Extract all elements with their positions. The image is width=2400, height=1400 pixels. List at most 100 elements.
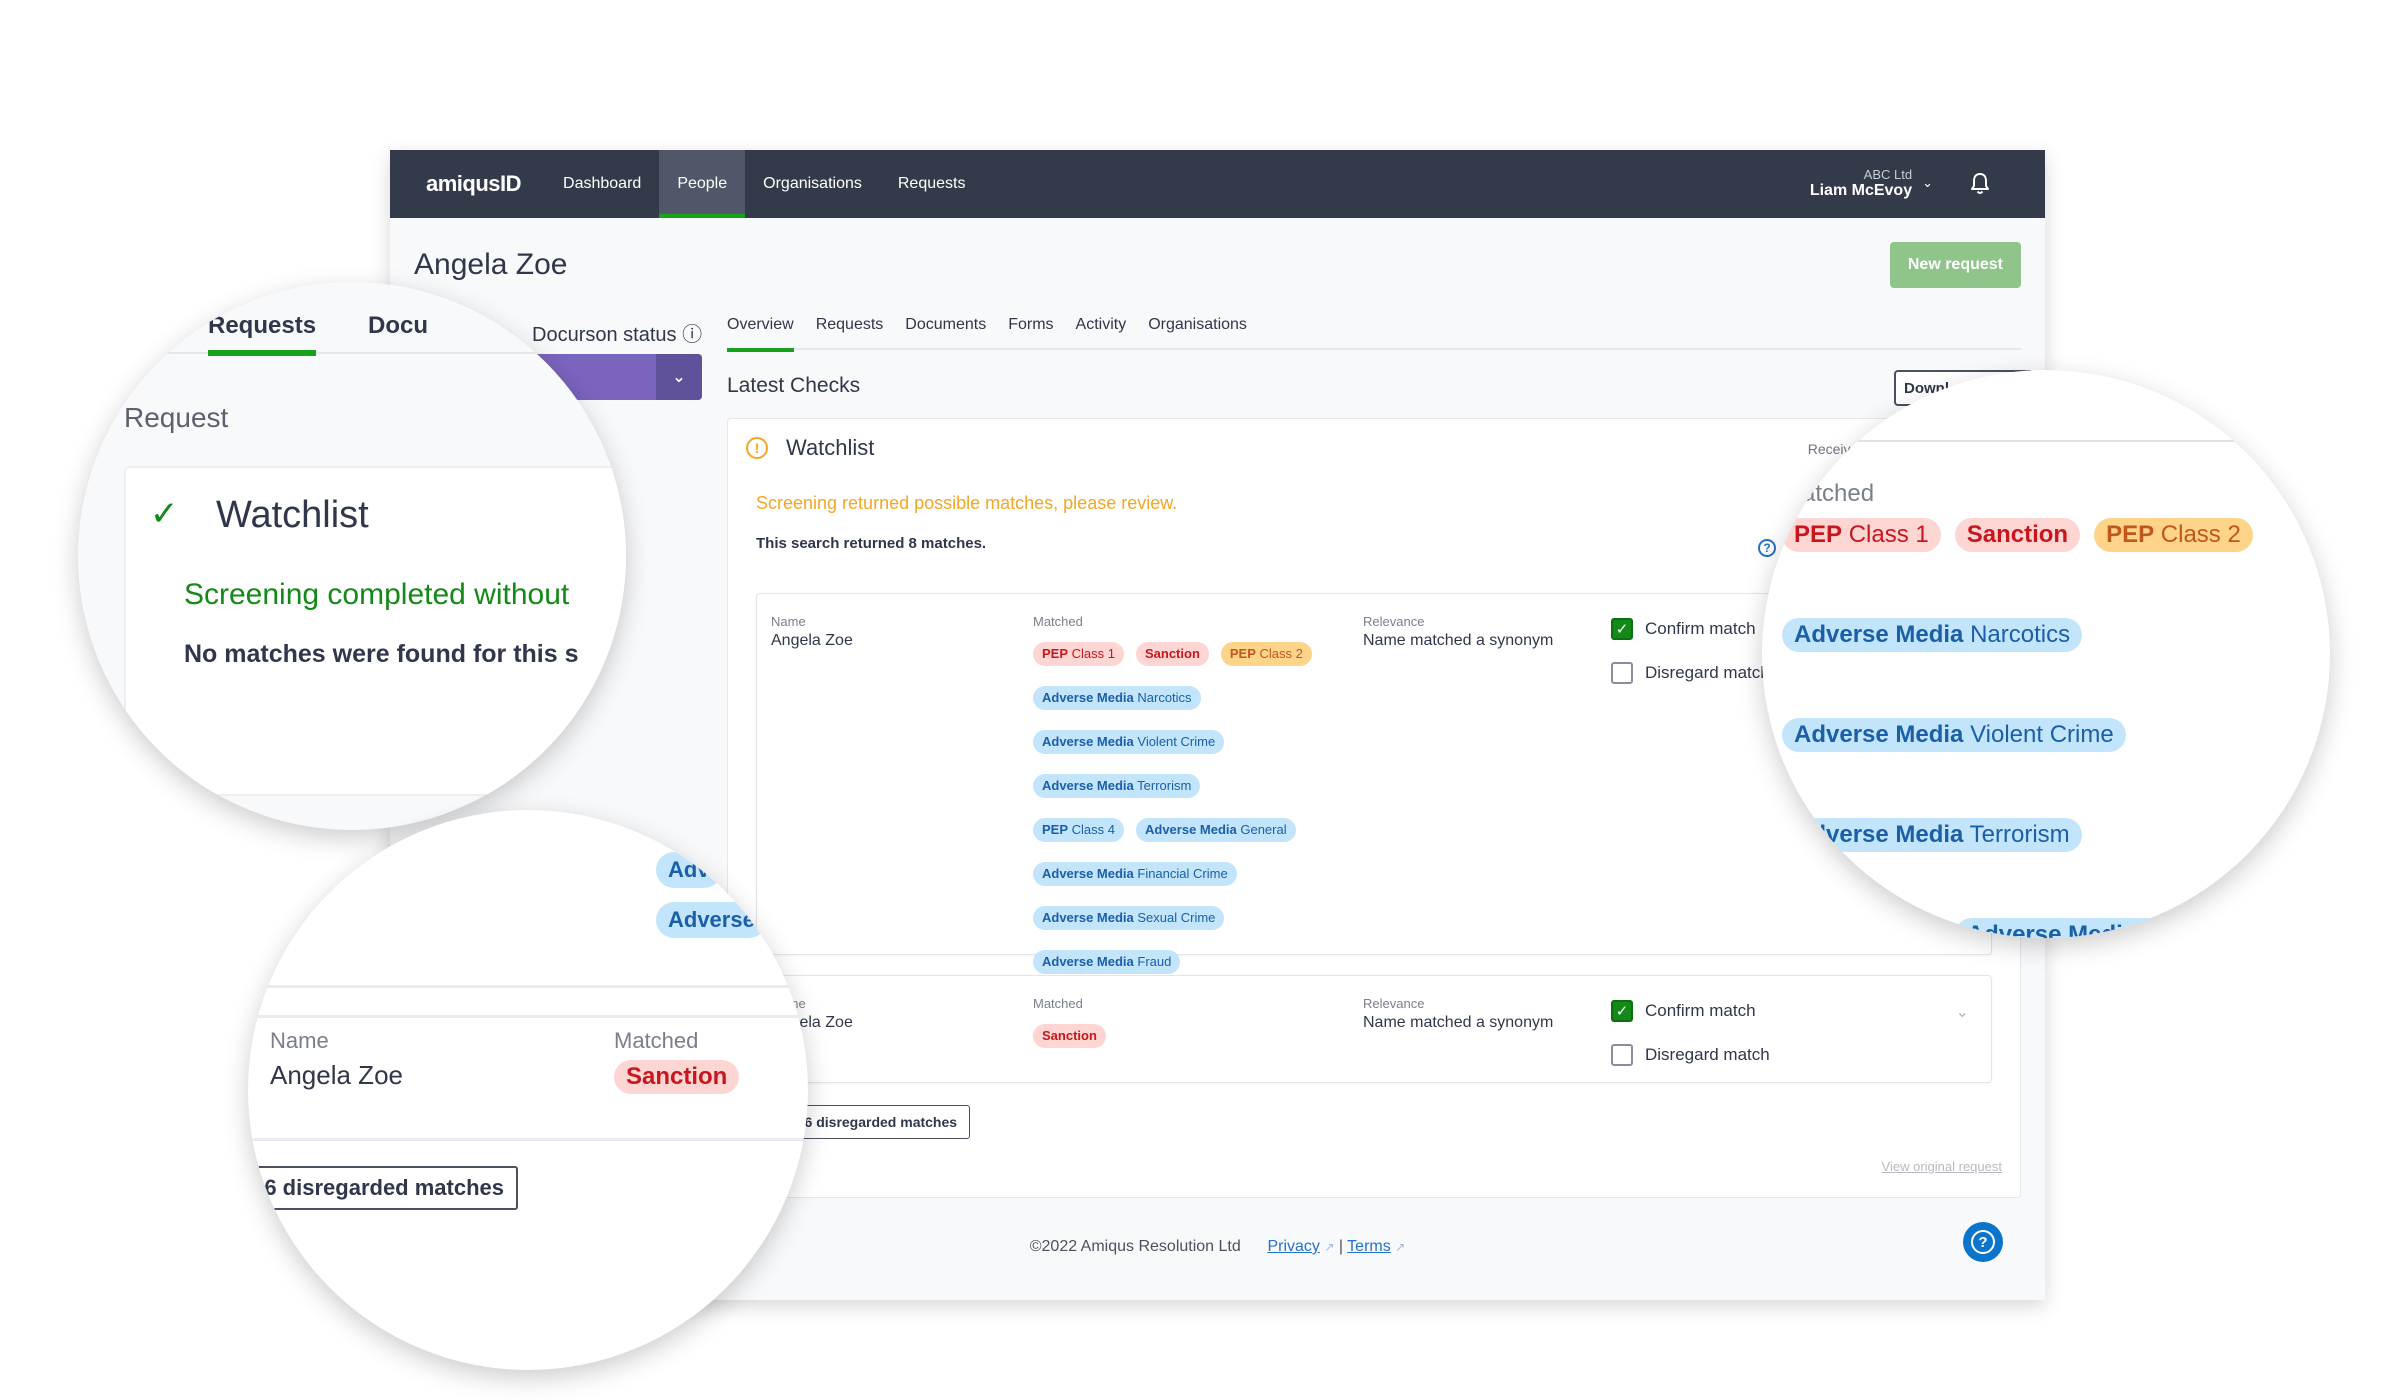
tab-overview[interactable]: Overview — [727, 310, 794, 352]
privacy-link[interactable]: Privacy — [1267, 1238, 1319, 1255]
disregard-match-checkbox[interactable]: Disregard match — [1611, 1042, 1770, 1068]
top-navbar: amiqus ID Dashboard People Organisations … — [390, 150, 2045, 218]
match-actions: ✓ Confirm match Disregard match — [1611, 616, 1770, 704]
checkbox-checked-icon[interactable]: ✓ — [1611, 618, 1633, 640]
zoomed-tab-partial[interactable]: …w — [118, 312, 159, 340]
help-button[interactable]: ? — [1963, 1222, 2003, 1262]
matched-label: Matched — [1033, 996, 1083, 1011]
footer-separator: | — [1338, 1238, 1344, 1255]
match-category-tag: PEP Class 4 — [1033, 818, 1124, 842]
match-tags: PEP Class 1 Sanction PEP Class 2 Adverse Me… — [1033, 642, 1353, 974]
chevron-down-icon[interactable]: ⌄ — [1956, 1002, 1969, 1022]
external-link-icon: ↗ — [1395, 1240, 1406, 1254]
tag-line-break — [1782, 668, 2302, 702]
tab-activity[interactable]: Activity — [1076, 310, 1127, 350]
match-category-tag: Adverse Media Narcotics — [1782, 618, 2083, 652]
help-icon[interactable]: ? — [1758, 539, 1776, 557]
zoomed-success-message: Screening completed without — [184, 578, 570, 611]
view-original-request-link[interactable]: View original request — [1882, 1159, 2002, 1174]
tab-requests[interactable]: Requests — [816, 310, 884, 350]
review-message: Screening returned possible matches, ple… — [756, 493, 1178, 513]
relevance-value: Name matched a synonym — [1363, 632, 1554, 649]
divider — [248, 1138, 808, 1141]
zoomed-view-disregarded-button[interactable]: w 6 disregarded matches — [248, 1166, 518, 1210]
tag-line-break — [1782, 568, 2302, 602]
account-switcher[interactable]: ABC Ltd Liam McEvoy — [1809, 167, 1913, 200]
nav-requests[interactable]: Requests — [880, 150, 984, 218]
person-tabs: Overview Requests Documents Forms Activi… — [727, 310, 2021, 352]
watchlist-title: Watchlist — [786, 435, 875, 460]
chevron-down-icon[interactable]: ⌄ — [656, 354, 702, 400]
amiqusid-logo[interactable]: amiqus ID — [390, 150, 545, 218]
zoomed-tab-documents[interactable]: Docu — [368, 312, 428, 340]
zoomed-match-tags: PEP Class 1 Sanction PEP Class 2 Adverse Me… — [1782, 518, 2302, 938]
zoomed-tag-partial: Adv — [656, 852, 722, 888]
confirm-match-checkbox[interactable]: ✓ Confirm match — [1611, 998, 1770, 1024]
disregard-match-label: Disregard match — [1645, 663, 1770, 682]
match-category-tag: Sanction — [1954, 518, 2081, 552]
nav-people[interactable]: People — [659, 150, 746, 218]
zoomed-request-title: Request — [124, 402, 229, 433]
match-category-tag: Adverse Media Fraud — [1033, 950, 1181, 974]
magnifier-single-match: Adv Adverse Name Angela Zoe Matched Sanc… — [248, 810, 808, 1370]
match-category-tag: PEP Class 1 — [1033, 642, 1124, 666]
disregard-match-checkbox[interactable]: Disregard match — [1611, 660, 1770, 686]
match-category-tag: Adverse Media Sexual Crime — [1033, 906, 1225, 930]
confirm-match-label: Confirm match — [1645, 1001, 1756, 1020]
tab-documents[interactable]: Documents — [905, 310, 986, 350]
zoomed-sanction-tag: Sanction — [614, 1060, 740, 1094]
disregard-match-label: Disregard match — [1645, 1045, 1770, 1064]
relevance-label: Relevance — [1363, 996, 1425, 1011]
page-title: Angela Zoe — [414, 248, 568, 281]
match-tags: Sanction — [1033, 1024, 1353, 1048]
relevance-value: Name matched a synonym — [1363, 1014, 1554, 1031]
logo-text: amiqus — [426, 171, 501, 196]
zoomed-watchlist-title: Watchlist — [216, 494, 369, 536]
logo-text-bold: ID — [500, 171, 522, 196]
match-category-tag: Adverse Media General — [1954, 918, 2241, 938]
match-category-tag: Adverse Media Violent Crime — [1782, 718, 2126, 752]
tag-line-break — [1782, 768, 2302, 802]
checkbox-unchecked-icon[interactable] — [1611, 662, 1633, 684]
match-category-tag: Adverse Media General — [1135, 818, 1296, 842]
chevron-down-icon[interactable]: ⌄ — [1922, 175, 1933, 191]
new-request-button[interactable]: New request — [1889, 242, 2021, 288]
terms-link[interactable]: Terms — [1347, 1238, 1391, 1255]
match-category-tag: Sanction — [1135, 642, 1209, 666]
match-category-tag: Adverse Media Financial Crime — [1033, 862, 1237, 886]
match-category-tag: Sanction — [1033, 1024, 1106, 1048]
question-icon: ? — [1971, 1230, 1995, 1254]
divider — [1762, 440, 2330, 442]
zoomed-tag-partial: Adverse — [656, 902, 767, 938]
user-name: Liam McEvoy — [1809, 182, 1913, 200]
name-label: Name — [771, 614, 806, 629]
external-link-icon: ↗ — [1324, 1240, 1335, 1254]
zoomed-matched-label: Matched — [614, 1028, 699, 1053]
divider — [248, 1015, 808, 1018]
nav-dashboard[interactable]: Dashboard — [545, 150, 659, 218]
match-category-tag: Adverse Media Narcotics — [1033, 686, 1201, 710]
match-row: Name Angela Zoe Matched Sanction Relevan… — [756, 975, 1992, 1083]
zoomed-tab-requests[interactable]: Requests — [208, 312, 317, 356]
zoomed-matched-label: Matched — [1782, 480, 1875, 507]
bell-icon[interactable] — [1969, 172, 1991, 196]
match-name: Angela Zoe — [771, 632, 853, 649]
checkmark-icon: ✓ — [150, 495, 179, 533]
match-category-tag: PEP Class 2 — [2094, 518, 2253, 552]
magnifier-request-watchlist: …w Requests Docu Request ✓ Watchlist Scr… — [78, 282, 626, 830]
magnifier-matched-tags: Matched PEP Class 1 Sanction PEP Class 2 Ad… — [1762, 370, 2330, 938]
matched-label: Matched — [1033, 614, 1083, 629]
zoomed-watchlist-card: ✓ Watchlist Screening completed without … — [124, 466, 626, 796]
copyright: ©2022 Amiqus Resolution Ltd — [1029, 1238, 1241, 1255]
match-category-tag: Adverse Media Terrorism — [1033, 774, 1201, 798]
latest-checks-title: Latest Checks — [727, 374, 861, 397]
confirm-match-checkbox[interactable]: ✓ Confirm match — [1611, 616, 1770, 642]
account-area: ABC Ltd Liam McEvoy ⌄ — [1810, 150, 2045, 218]
checkbox-checked-icon[interactable]: ✓ — [1611, 1000, 1633, 1022]
checkbox-unchecked-icon[interactable] — [1611, 1044, 1633, 1066]
tab-forms[interactable]: Forms — [1008, 310, 1053, 350]
divider — [248, 985, 808, 988]
tab-organisations[interactable]: Organisations — [1148, 310, 1247, 350]
match-category-tag: PEP Class 1 — [1782, 518, 1941, 552]
nav-organisations[interactable]: Organisations — [745, 150, 880, 218]
